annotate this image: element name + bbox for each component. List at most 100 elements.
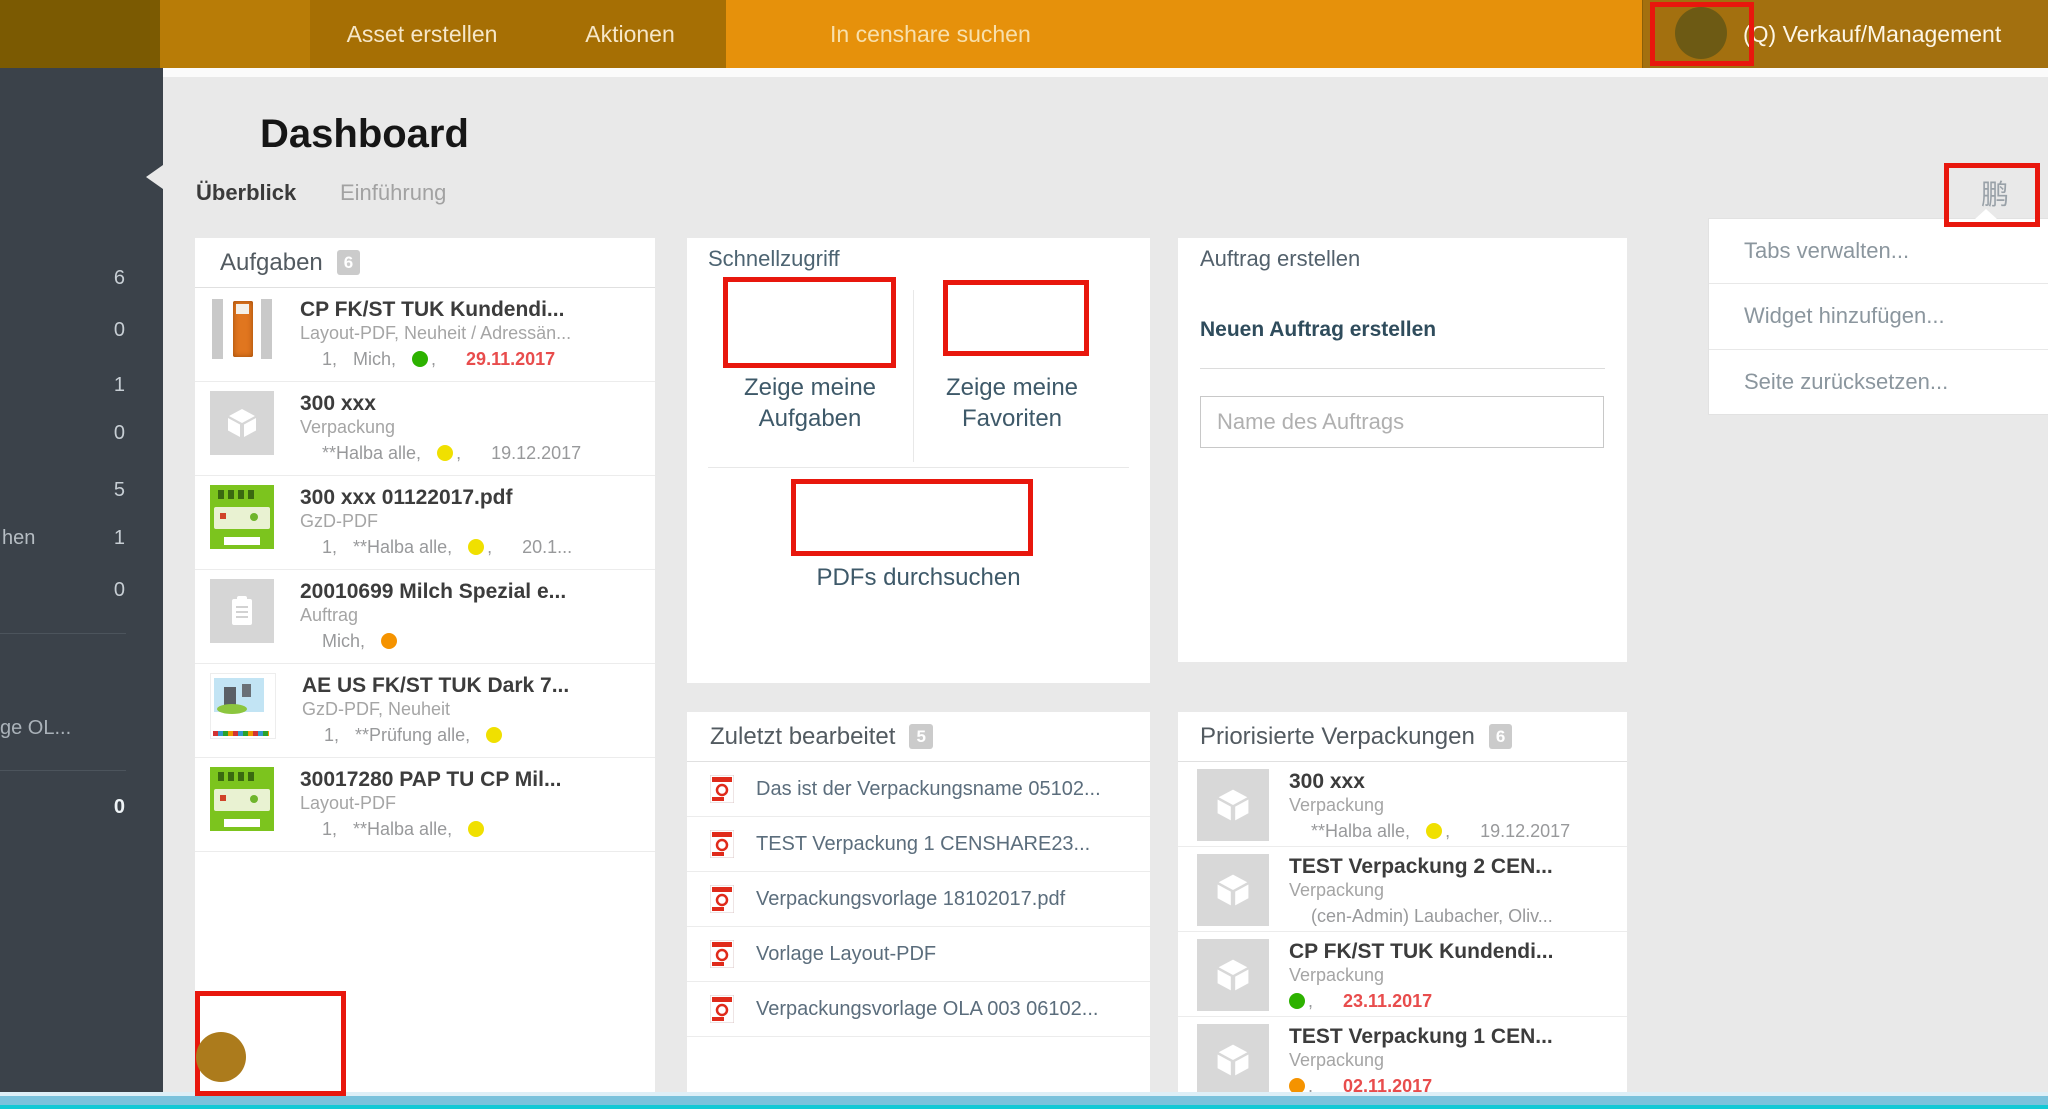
status-dot-icon <box>437 445 453 461</box>
sidebar: 6 0 1 0 5 hen 1 0 ge OL... 0 <box>0 68 163 1109</box>
recent-file-row-3[interactable]: Verpackungsvorlage 18102017.pdf <box>687 872 1150 927</box>
asset-subtitle: Verpackung <box>1289 964 1553 987</box>
aufgaben-row-4[interactable]: 20010699 Milch Spezial e... Auftrag Mich… <box>195 570 655 664</box>
asset-assignee: **Prüfung alle, <box>355 723 470 747</box>
censhare-dashboard: Asset erstellen Aktionen In censhare suc… <box>0 0 2048 1109</box>
separator: , <box>456 441 461 465</box>
recent-file-row-5[interactable]: Verpackungsvorlage OLA 003 06102... <box>687 982 1150 1037</box>
status-dot-icon <box>486 727 502 743</box>
status-dot-icon <box>412 351 428 367</box>
create-asset-button[interactable]: Asset erstellen <box>310 0 535 68</box>
asset-assignee: **Halba alle, <box>1311 819 1410 843</box>
menu-item-seite-zuruecksetzen[interactable]: Seite zurücksetzen... <box>1709 349 2048 414</box>
menu-item-widget-hinzufuegen[interactable]: Widget hinzufügen... <box>1709 283 2048 348</box>
menu-item-tabs-verwalten[interactable]: Tabs verwalten... <box>1709 219 2048 283</box>
label-line: Zeige meine <box>912 372 1112 403</box>
topbar-logo-area[interactable] <box>0 0 160 68</box>
search-pdfs-button[interactable]: PDFs durchsuchen <box>687 564 1150 592</box>
priorisiert-row-2[interactable]: TEST Verpackung 2 CEN... Verpackung (cen… <box>1178 847 1627 932</box>
asset-thumbnail <box>210 297 274 361</box>
divider <box>1200 368 1605 369</box>
sidebar-bottom-count[interactable]: 0 <box>114 794 125 820</box>
show-my-favorites-button[interactable]: Zeige meine Favoriten <box>912 372 1112 434</box>
due-date: 29.11.2017 <box>466 347 555 371</box>
tab-ueberblick[interactable]: Überblick <box>196 180 296 206</box>
sidebar-count-2[interactable]: 1 <box>114 372 125 398</box>
recent-file-row-2[interactable]: TEST Verpackung 1 CENSHARE23... <box>687 817 1150 872</box>
sidebar-collapse-notch[interactable] <box>146 165 163 189</box>
asset-title: TEST Verpackung 1 CEN... <box>1289 1024 1553 1049</box>
asset-thumbnail <box>210 673 276 739</box>
asset-title: CP FK/ST TUK Kundendi... <box>300 297 571 322</box>
asset-subtitle: Verpackung <box>1289 1049 1553 1072</box>
sidebar-count-1[interactable]: 0 <box>114 317 125 343</box>
aufgaben-row-2[interactable]: 300 xxx Verpackung **Halba alle, , 19.12… <box>195 382 655 476</box>
aufgaben-row-5[interactable]: AE US FK/ST TUK Dark 7... GzD-PDF, Neuhe… <box>195 664 655 758</box>
pdf-icon <box>710 830 734 858</box>
aufgaben-row-6[interactable]: 30017280 PAP TU CP Mil... Layout-PDF 1, … <box>195 758 655 852</box>
sidebar-count-0[interactable]: 6 <box>114 265 125 291</box>
status-dot-icon <box>1289 993 1305 1009</box>
package-cube-icon <box>1197 1024 1269 1096</box>
sidebar-count-4[interactable]: 5 <box>114 477 125 503</box>
recent-file-row-1[interactable]: Das ist der Verpackungsname 05102... <box>687 762 1150 817</box>
separator: , <box>1445 819 1450 843</box>
aufgaben-title: Aufgaben <box>220 249 323 277</box>
recent-file-row-4[interactable]: Vorlage Layout-PDF <box>687 927 1150 982</box>
sidebar-count-5[interactable]: 1 <box>114 525 125 551</box>
auftrag-name-input[interactable] <box>1200 396 1604 448</box>
sidebar-count-3[interactable]: 0 <box>114 420 125 446</box>
separator: , <box>1308 989 1313 1013</box>
pdf-icon <box>710 995 734 1023</box>
sidebar-count-6[interactable]: 0 <box>114 577 125 603</box>
package-cube-icon <box>1197 769 1269 841</box>
priorisiert-row-4[interactable]: TEST Verpackung 1 CEN... Verpackung , 02… <box>1178 1017 1627 1096</box>
tab-einfuehrung[interactable]: Einführung <box>340 180 446 206</box>
status-dot-icon <box>468 821 484 837</box>
page-options-menu: Tabs verwalten... Widget hinzufügen... S… <box>1708 218 2048 415</box>
asset-assignee: Mich, <box>322 629 365 653</box>
schnellzugriff-title: Schnellzugriff <box>708 246 840 272</box>
separator: , <box>431 347 436 371</box>
file-name: TEST Verpackung 1 CENSHARE23... <box>756 833 1090 856</box>
aufgaben-row-3[interactable]: 300 xxx 01122017.pdf GzD-PDF 1, **Halba … <box>195 476 655 570</box>
status-dot-icon <box>468 539 484 555</box>
show-my-tasks-button[interactable]: Zeige meine Aufgaben <box>710 372 910 434</box>
priorisiert-widget: Priorisierte Verpackungen 6 300 xxx Verp… <box>1178 712 1627 1096</box>
auftrag-widget: Auftrag erstellen Neuen Auftrag erstelle… <box>1178 238 1627 662</box>
bottom-left-button[interactable] <box>196 1032 246 1082</box>
page-options-icon[interactable]: 鹏 <box>1981 173 2009 213</box>
aufgaben-count-badge: 6 <box>337 250 360 275</box>
sidebar-divider <box>0 633 126 634</box>
package-cube-icon <box>1197 939 1269 1011</box>
priorisiert-header: Priorisierte Verpackungen 6 <box>1178 712 1627 762</box>
asset-meta: 1, <box>324 723 339 747</box>
asset-meta: 1, <box>322 347 337 371</box>
status-dot-icon <box>1426 823 1442 839</box>
search-bar[interactable]: In censhare suchen <box>726 0 1642 68</box>
asset-subtitle: Layout-PDF <box>300 792 561 815</box>
sidebar-item-label[interactable]: hen <box>2 525 35 551</box>
asset-assignee: **Halba alle, <box>353 817 452 841</box>
priorisiert-count-badge: 6 <box>1489 724 1512 749</box>
zuletzt-count-badge: 5 <box>909 724 932 749</box>
asset-subtitle: GzD-PDF, Neuheit <box>302 698 569 721</box>
aufgaben-row-1[interactable]: CP FK/ST TUK Kundendi... Layout-PDF, Neu… <box>195 288 655 382</box>
dropdown-notch <box>1975 209 1997 219</box>
aufgaben-header: Aufgaben 6 <box>195 238 655 288</box>
user-menu[interactable]: (Q) Verkauf/Management <box>1642 0 2048 68</box>
package-cube-icon <box>1197 854 1269 926</box>
horizontal-scrollbar[interactable] <box>0 1092 2048 1109</box>
label-line: Aufgaben <box>710 403 910 434</box>
priorisiert-row-3[interactable]: CP FK/ST TUK Kundendi... Verpackung , 23… <box>1178 932 1627 1017</box>
asset-title: 30017280 PAP TU CP Mil... <box>300 767 561 792</box>
asset-subtitle: GzD-PDF <box>300 510 572 533</box>
asset-thumbnail <box>210 485 274 549</box>
label-line: Zeige meine <box>710 372 910 403</box>
top-bar: Asset erstellen Aktionen In censhare suc… <box>0 0 2048 68</box>
asset-title: AE US FK/ST TUK Dark 7... <box>302 673 569 698</box>
sidebar-group-label[interactable]: ge OL... <box>0 715 71 741</box>
priorisiert-row-1[interactable]: 300 xxx Verpackung **Halba alle, , 19.12… <box>1178 762 1627 847</box>
avatar[interactable] <box>1675 7 1727 59</box>
actions-button[interactable]: Aktionen <box>534 0 726 68</box>
